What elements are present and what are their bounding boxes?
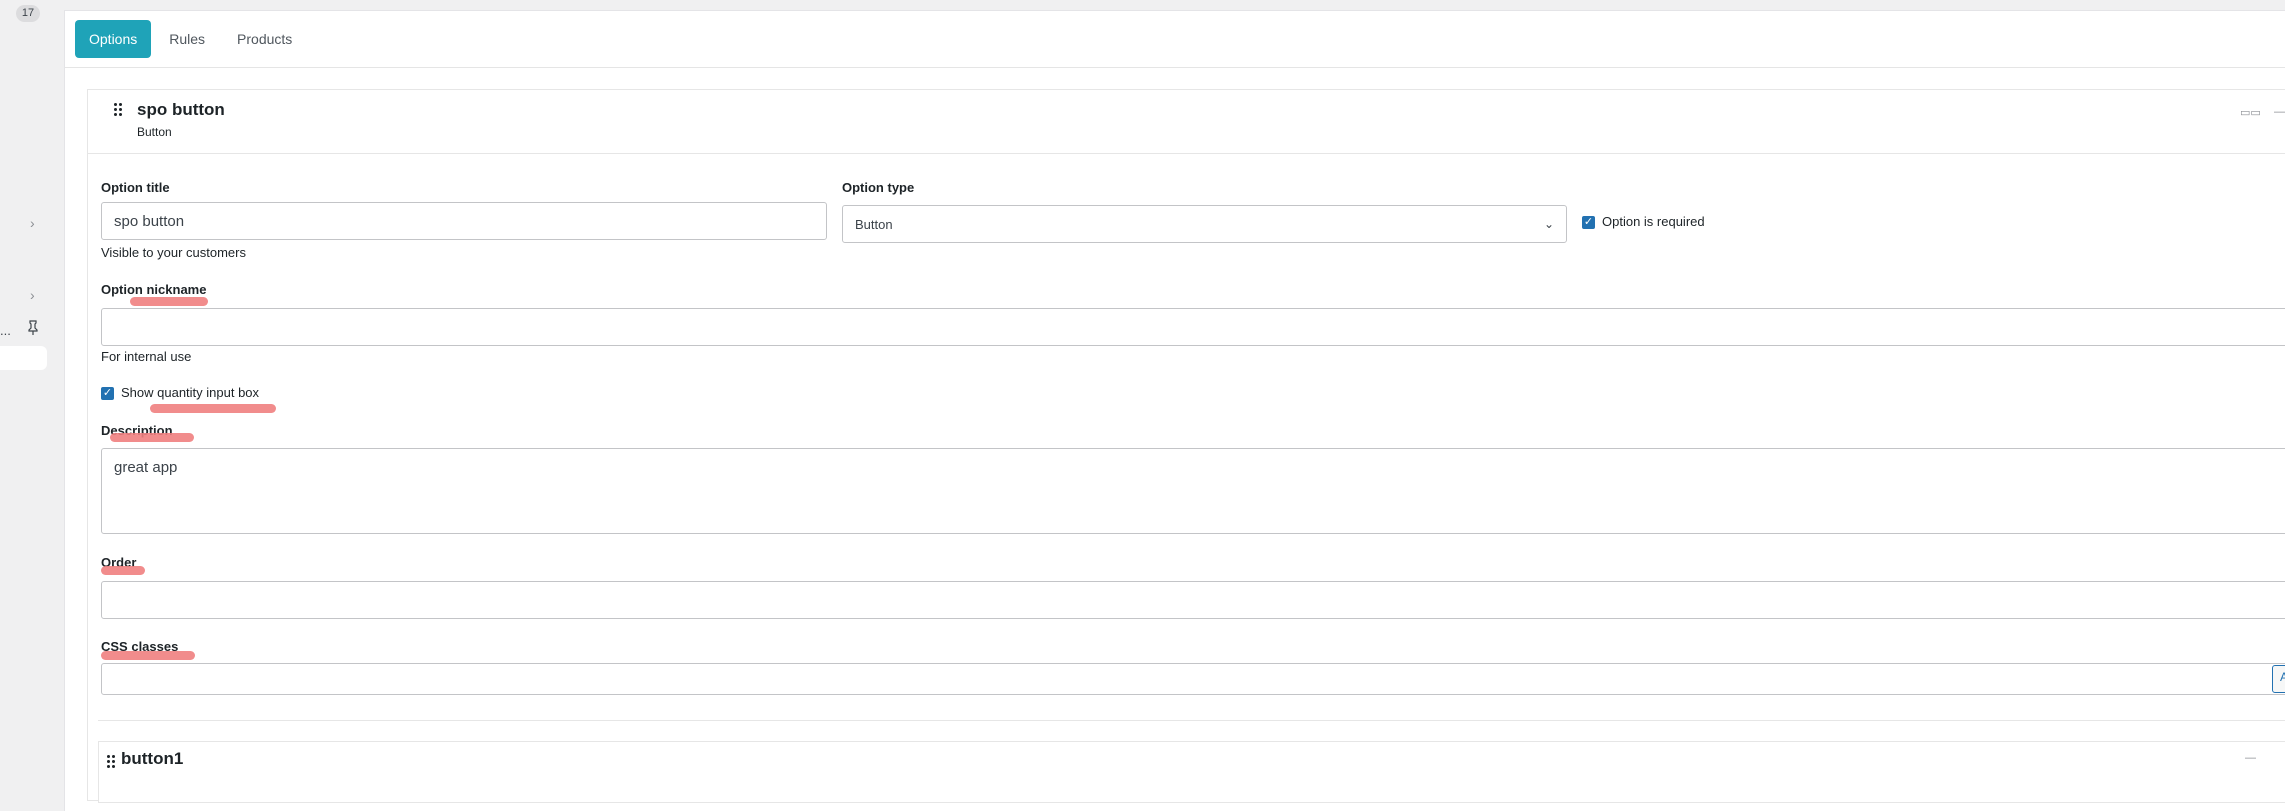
more-text: ... [0, 323, 11, 338]
tab-options[interactable]: Options [75, 20, 152, 58]
collapse-icon[interactable]: — [2245, 752, 2256, 764]
option-title-help: Visible to your customers [101, 245, 246, 260]
quantity-label: Show quantity input box [121, 385, 260, 400]
option-card-header: spo button Button ▭▭ — [88, 90, 2285, 154]
order-input[interactable] [101, 581, 2285, 619]
tab-rules[interactable]: Rules [155, 20, 219, 58]
highlight-mark [101, 566, 145, 575]
highlight-mark [110, 433, 194, 442]
tab-bar: Options Rules Products [75, 19, 306, 59]
highlight-mark [150, 404, 276, 413]
divider [65, 67, 2285, 68]
highlight-mark [130, 297, 208, 306]
collapse-icon[interactable]: — [2274, 106, 2285, 118]
sidebar: 17 › › ... [0, 0, 62, 795]
tab-products[interactable]: Products [223, 20, 306, 58]
option-card: spo button Button ▭▭ — Option title spo … [87, 89, 2285, 803]
sub-option-card: button1 — [98, 741, 2285, 803]
sidebar-active-item[interactable] [0, 346, 47, 370]
nickname-label: Option nickname [101, 282, 207, 297]
divider [98, 720, 2285, 721]
duplicate-icon[interactable]: ▭▭ [2240, 106, 2261, 119]
css-add-button[interactable]: A [2272, 665, 2285, 693]
pin-icon[interactable] [26, 320, 40, 336]
quantity-checkbox[interactable]: ✓ [101, 387, 114, 400]
option-type-select[interactable]: Button ⌄ [842, 205, 1567, 243]
highlight-mark [101, 651, 195, 660]
chevron-right-icon[interactable]: › [30, 288, 42, 302]
chevron-down-icon: ⌄ [1543, 217, 1554, 231]
option-title-input[interactable]: spo button [101, 202, 827, 240]
main-panel: Options Rules Products spo button Button… [64, 10, 2285, 811]
option-type-label: Option type [842, 180, 915, 195]
count-badge: 17 [16, 5, 40, 22]
option-subtitle: Button [137, 125, 172, 139]
drag-handle-icon[interactable] [107, 755, 115, 768]
required-checkbox[interactable]: ✓ [1582, 216, 1595, 229]
css-classes-input[interactable] [101, 663, 2285, 695]
required-label: Option is required [1602, 214, 1705, 229]
option-title: spo button [137, 100, 225, 119]
option-type-value: Button [855, 216, 893, 232]
nickname-input[interactable] [101, 308, 2285, 346]
description-textarea[interactable]: great app [101, 448, 2285, 534]
nickname-help: For internal use [101, 349, 192, 364]
option-title-label: Option title [101, 180, 170, 195]
drag-handle-icon[interactable] [114, 103, 122, 116]
sub-option-title: button1 [121, 749, 184, 768]
chevron-right-icon[interactable]: › [30, 216, 42, 230]
